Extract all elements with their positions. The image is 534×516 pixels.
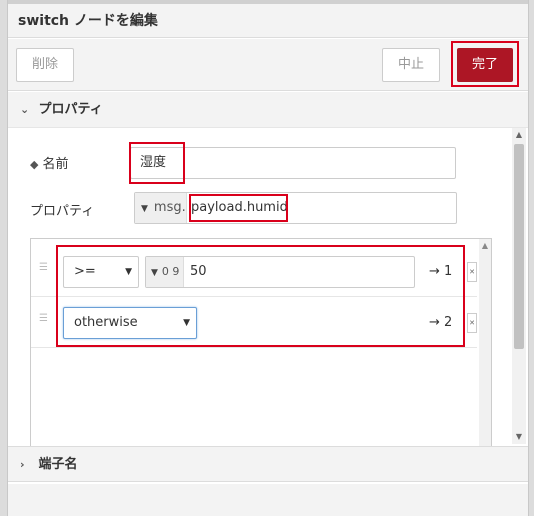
edit-dialog: switch ノードを編集 削除 中止 完了 ⌄ プロパティ ▲ ▼ ◆ 名前 湿… [8,4,528,516]
caret-down-icon: ▼ [141,204,148,214]
scroll-up-icon[interactable]: ▲ [512,128,526,142]
chevron-right-icon: › [20,458,25,471]
drag-handle-icon[interactable]: ☰ [39,263,49,273]
properties-section-title: プロパティ [38,102,103,117]
dialog-toolbar: 削除 中止 完了 [8,39,528,91]
right-edge [528,0,534,516]
done-highlight-box [451,41,519,87]
scroll-up-icon[interactable]: ▲ [479,241,491,250]
bottom-strip [8,484,528,516]
property-highlight-box [189,194,288,222]
tag-icon: ◆ [30,158,39,171]
delete-button[interactable]: 削除 [16,48,74,82]
scroll-thumb[interactable] [514,144,524,349]
left-edge [0,0,8,516]
property-label: プロパティ [30,204,95,219]
name-label: ◆ 名前 [30,157,69,172]
rules-highlight-box [56,245,465,347]
rules-scrollbar[interactable]: ▲ [479,239,491,449]
drag-handle-icon[interactable]: ☰ [39,314,49,324]
port-labels-section-header[interactable]: › 端子名 [8,446,528,482]
property-type-select[interactable]: ▼ msg. [135,193,187,223]
cancel-button[interactable]: 中止 [382,48,440,82]
panel-scrollbar[interactable]: ▲ ▼ [512,128,526,444]
properties-section-header[interactable]: ⌄ プロパティ [8,92,528,128]
remove-rule-icon[interactable]: ✕ [467,262,477,282]
chevron-down-icon: ⌄ [20,103,30,116]
scroll-down-icon[interactable]: ▼ [512,430,526,444]
remove-rule-icon[interactable]: ✕ [467,313,477,333]
property-input[interactable]: ▼ msg. payload.humid [134,192,457,224]
name-highlight-box [129,142,185,184]
port-labels-section-title: 端子名 [38,457,78,472]
dialog-title: switch ノードを編集 [8,4,528,38]
